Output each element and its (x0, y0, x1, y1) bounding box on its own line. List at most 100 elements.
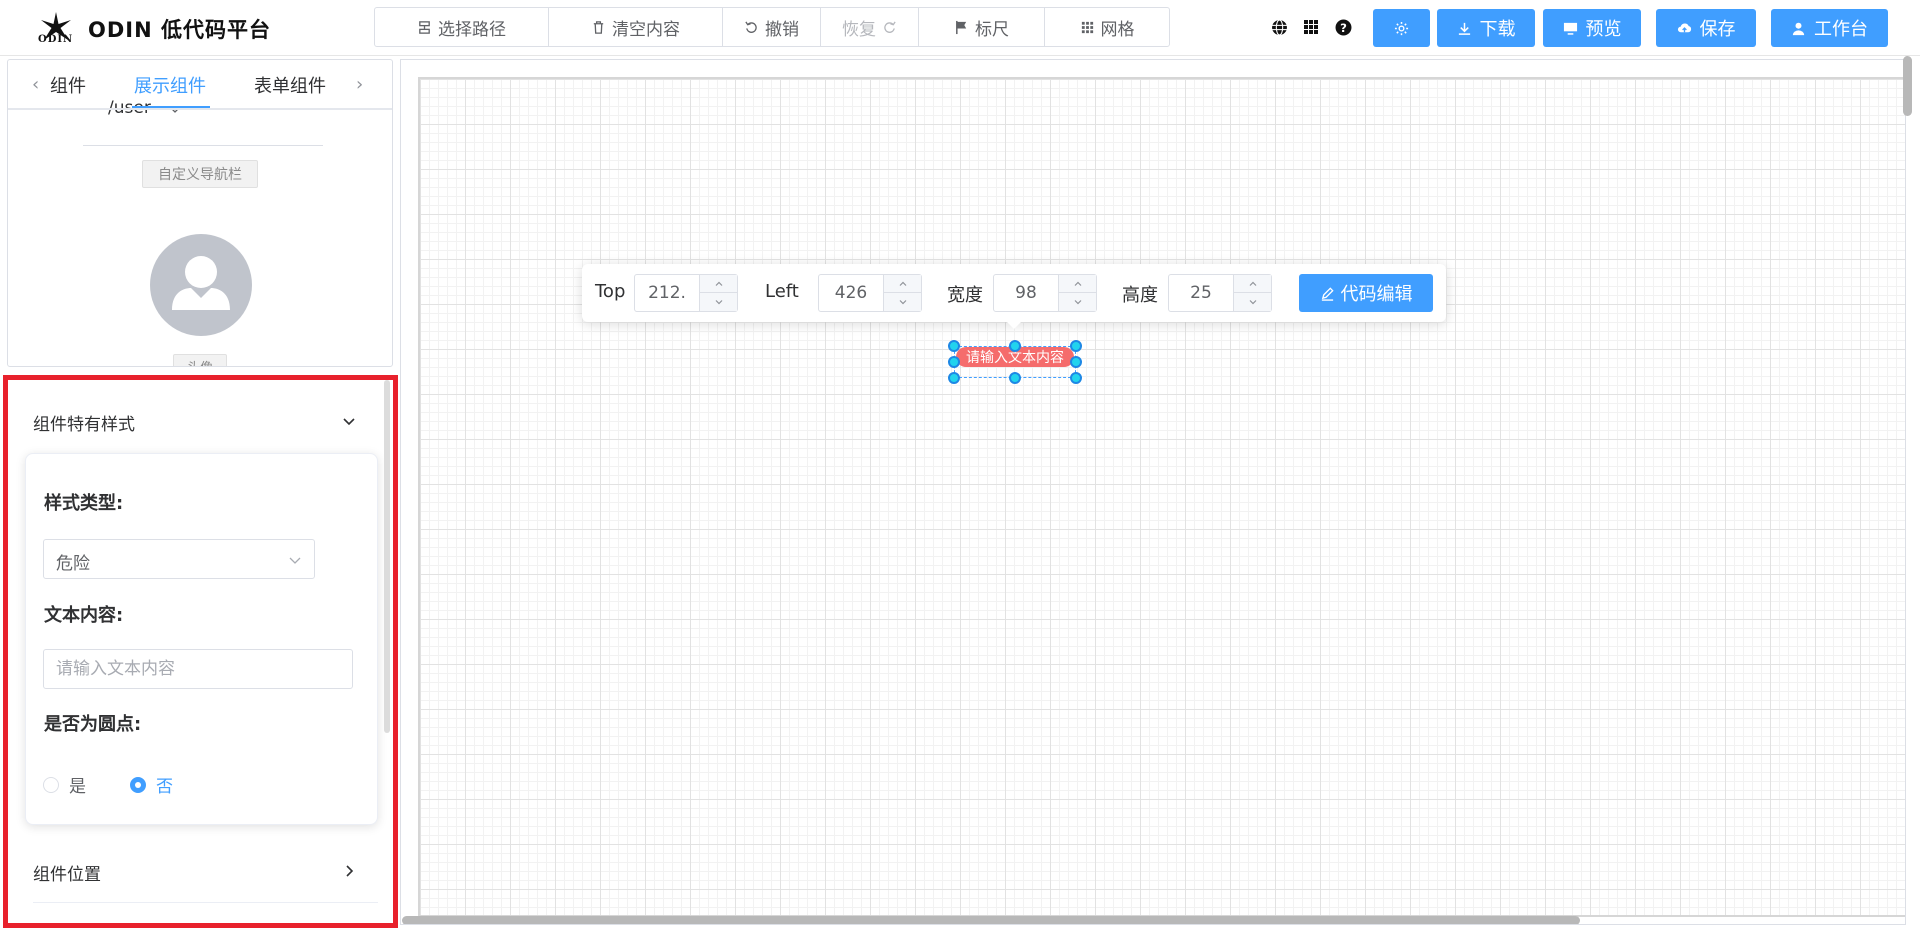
chevron-down-icon[interactable] (340, 413, 358, 431)
workbench-label: 工作台 (1814, 19, 1868, 40)
preview-label: 预览 (1585, 19, 1622, 40)
design-canvas[interactable] (400, 59, 1906, 925)
redo-label: 恢复 (842, 19, 876, 40)
svg-text:?: ? (1340, 20, 1347, 34)
tab-components[interactable]: 组件 (50, 72, 86, 98)
tab-form-components[interactable]: 表单组件 (254, 72, 326, 98)
resize-handle-top[interactable] (1009, 340, 1021, 352)
settings-button[interactable] (1373, 9, 1430, 47)
chevron-down-icon[interactable] (700, 293, 738, 311)
component-style-panel: 组件特有样式 样式类型: 危险 文本内容: 是否为圆点: 是 否 组件位置 (3, 375, 398, 928)
utility-icons: ? (1270, 18, 1352, 36)
code-edit-button[interactable]: 代码编辑 (1299, 274, 1433, 312)
resize-handle-bottom[interactable] (1009, 372, 1021, 384)
height-label: 高度 (1122, 285, 1158, 306)
left-value: 426 (834, 283, 868, 303)
resize-handle-top-left[interactable] (948, 340, 960, 352)
save-label: 保存 (1699, 19, 1736, 40)
redo-button[interactable]: 恢复 (821, 8, 919, 46)
height-stepper (1233, 275, 1272, 311)
chevron-down-icon[interactable] (884, 293, 922, 311)
chevron-down-icon[interactable] (1234, 293, 1272, 311)
style-form-card: 样式类型: 危险 文本内容: 是否为圆点: 是 否 (25, 453, 378, 825)
radio-no[interactable]: 否 (130, 772, 173, 797)
chevron-up-icon[interactable] (884, 275, 922, 293)
radio-yes[interactable]: 是 (43, 772, 86, 797)
logo-text: ODIN (38, 34, 74, 45)
component-style-section-title[interactable]: 组件特有样式 (33, 410, 135, 435)
position-toolbar: Top 212. Left 426 宽度 98 高度 25 代码编辑 (582, 264, 1446, 329)
canvas-vertical-scrollbar[interactable] (1903, 56, 1912, 116)
gear-icon (1394, 21, 1409, 35)
chevron-up-icon[interactable] (700, 275, 738, 293)
component-position-section-title[interactable]: 组件位置 (33, 860, 101, 885)
left-input[interactable]: 426 (818, 274, 922, 312)
resize-handle-bottom-left[interactable] (948, 372, 960, 384)
component-tabs: ‹ 组件 展示组件 表单组件 › (8, 60, 392, 110)
tab-next-icon[interactable]: › (356, 74, 363, 95)
save-button[interactable]: 保存 (1656, 9, 1756, 47)
width-label: 宽度 (947, 285, 983, 306)
editor-toolbar: 选择路径 清空内容 撤销 恢复 标尺 网格 (374, 7, 1170, 47)
text-content-label: 文本内容: (44, 605, 124, 626)
style-panel-scrollbar[interactable] (384, 380, 390, 733)
redo-icon (884, 21, 896, 33)
flag-icon (956, 20, 967, 34)
grid-label: 网格 (1100, 19, 1135, 40)
text-content-input[interactable] (43, 649, 353, 689)
globe-icon[interactable] (1270, 18, 1288, 36)
chevron-up-icon[interactable] (1059, 275, 1097, 293)
avatar-user-icon (172, 256, 230, 310)
left-stepper (883, 275, 922, 311)
height-value: 25 (1190, 283, 1212, 303)
download-icon (1458, 22, 1470, 35)
radio-no-circle (130, 776, 146, 793)
chevron-up-icon[interactable] (1234, 275, 1272, 293)
chevron-right-icon[interactable] (340, 862, 358, 880)
edit-icon (1321, 286, 1334, 301)
is-dot-label: 是否为圆点: (44, 714, 142, 735)
top-input[interactable]: 212. (634, 274, 738, 312)
resize-handle-left[interactable] (948, 356, 960, 368)
preview-button[interactable]: 预览 (1543, 9, 1641, 47)
resize-handle-right[interactable] (1070, 356, 1082, 368)
resize-handle-top-right[interactable] (1070, 340, 1082, 352)
cloud-upload-icon (1677, 23, 1691, 32)
undo-icon (745, 21, 757, 33)
height-input[interactable]: 25 (1168, 274, 1272, 312)
style-type-label: 样式类型: (44, 493, 124, 514)
app-title: ODIN 低代码平台 (88, 18, 271, 42)
user-icon (1792, 22, 1805, 35)
avatar-chip[interactable]: 头像 (173, 354, 227, 366)
undo-button[interactable]: 撤销 (723, 8, 821, 46)
resize-handle-bottom-right[interactable] (1070, 372, 1082, 384)
top-stepper (699, 275, 738, 311)
grid-button[interactable]: 网格 (1045, 8, 1169, 46)
radio-yes-label: 是 (69, 777, 86, 797)
width-input[interactable]: 98 (993, 274, 1097, 312)
apps-icon[interactable] (1302, 18, 1320, 36)
left-label: Left (765, 281, 799, 302)
chevron-down-icon[interactable] (1059, 293, 1097, 311)
width-stepper (1058, 275, 1097, 311)
canvas-horizontal-scrollbar[interactable] (402, 916, 1580, 924)
top-value: 212. (648, 283, 686, 303)
width-value: 98 (1015, 283, 1037, 303)
canvas-grid[interactable] (418, 77, 1905, 917)
panel-divider (33, 902, 378, 903)
workbench-button[interactable]: 工作台 (1771, 9, 1888, 47)
nav-divider (83, 145, 323, 146)
download-button[interactable]: 下载 (1437, 9, 1535, 47)
custom-nav-chip[interactable]: 自定义导航栏 (142, 160, 258, 188)
select-path-button[interactable]: 选择路径 (375, 8, 549, 46)
clear-button[interactable]: 清空内容 (549, 8, 723, 46)
help-icon[interactable]: ? (1334, 18, 1352, 36)
trash-icon (593, 20, 604, 34)
ruler-button[interactable]: 标尺 (919, 8, 1045, 46)
tab-prev-icon[interactable]: ‹ (32, 74, 39, 95)
tab-display-components[interactable]: 展示组件 (134, 72, 206, 98)
path-icon (419, 20, 430, 34)
select-path-label: 选择路径 (438, 19, 506, 40)
style-type-select[interactable]: 危险 (43, 539, 315, 579)
avatar-component[interactable] (150, 234, 252, 336)
